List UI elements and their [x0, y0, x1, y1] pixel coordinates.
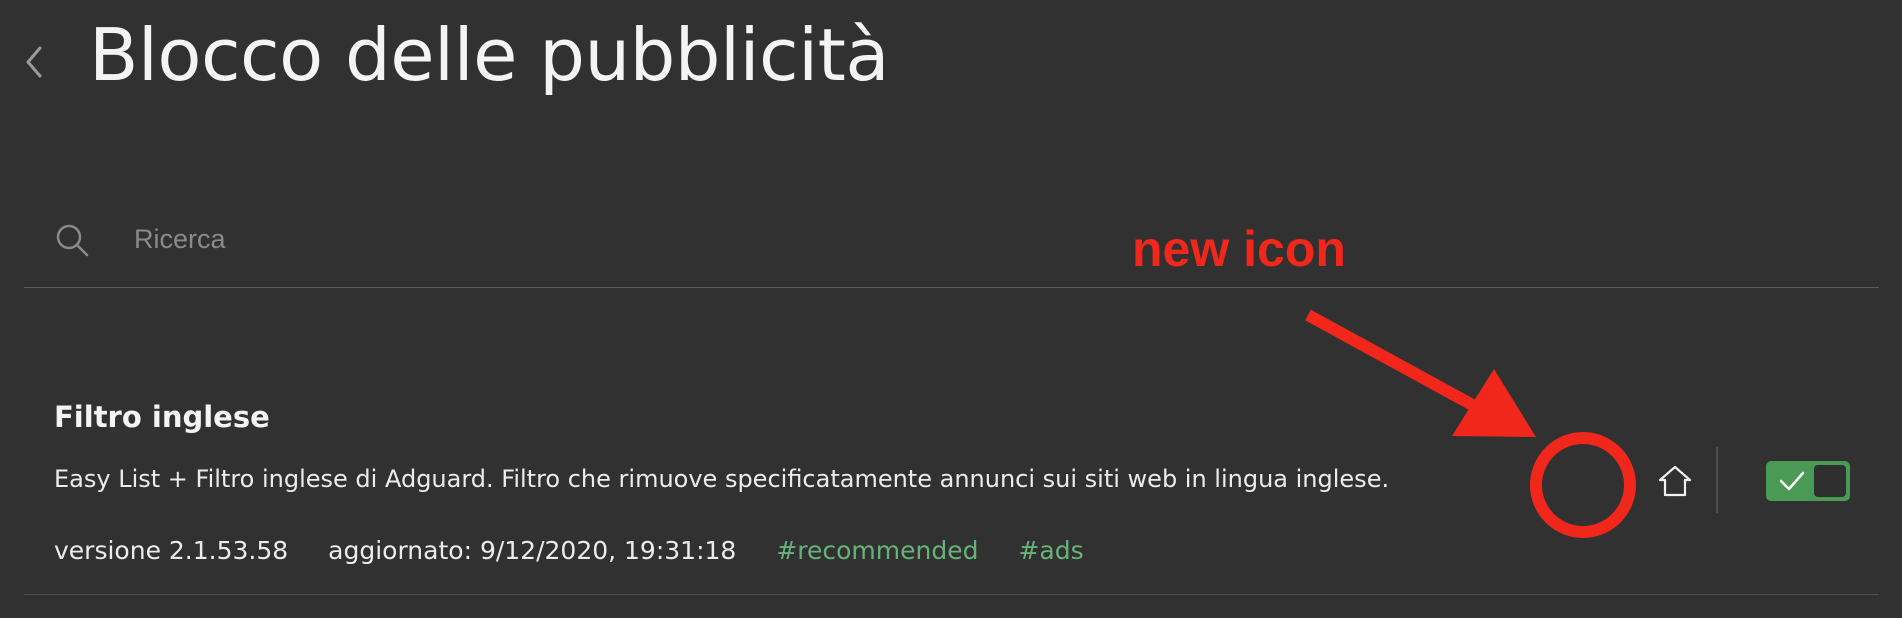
- homepage-button[interactable]: [1655, 461, 1695, 501]
- annotation-arrow-shaft: [1305, 309, 1481, 414]
- annotation-label: new icon: [1132, 221, 1346, 277]
- divider: [1716, 447, 1718, 513]
- filter-updated: aggiornato: 9/12/2020, 19:31:18: [328, 536, 737, 565]
- settings-page: Blocco delle pubblicità new icon Filtro …: [0, 0, 1902, 618]
- search-icon: [56, 224, 89, 257]
- page-title: Blocco delle pubblicità: [89, 13, 889, 97]
- back-button[interactable]: [14, 40, 54, 84]
- chevron-left-icon: [26, 46, 42, 78]
- annotation-circle: [1530, 432, 1636, 538]
- home-icon: [1658, 465, 1692, 497]
- filter-name: Filtro inglese: [54, 400, 270, 434]
- toggle-knob: [1814, 465, 1846, 497]
- filter-meta: versione 2.1.53.58 aggiornato: 9/12/2020…: [54, 536, 1124, 565]
- filter-version: versione 2.1.53.58: [54, 536, 289, 565]
- row-divider: [24, 594, 1879, 595]
- filter-toggle[interactable]: [1766, 461, 1850, 501]
- check-icon: [1779, 471, 1805, 491]
- search-input[interactable]: [134, 218, 1034, 260]
- search-bar: [24, 208, 1879, 288]
- tag-recommended[interactable]: #recommended: [776, 536, 978, 565]
- annotation-arrowhead: [1452, 369, 1536, 437]
- tag-ads[interactable]: #ads: [1018, 536, 1083, 565]
- filter-description: Easy List + Filtro inglese di Adguard. F…: [54, 465, 1390, 493]
